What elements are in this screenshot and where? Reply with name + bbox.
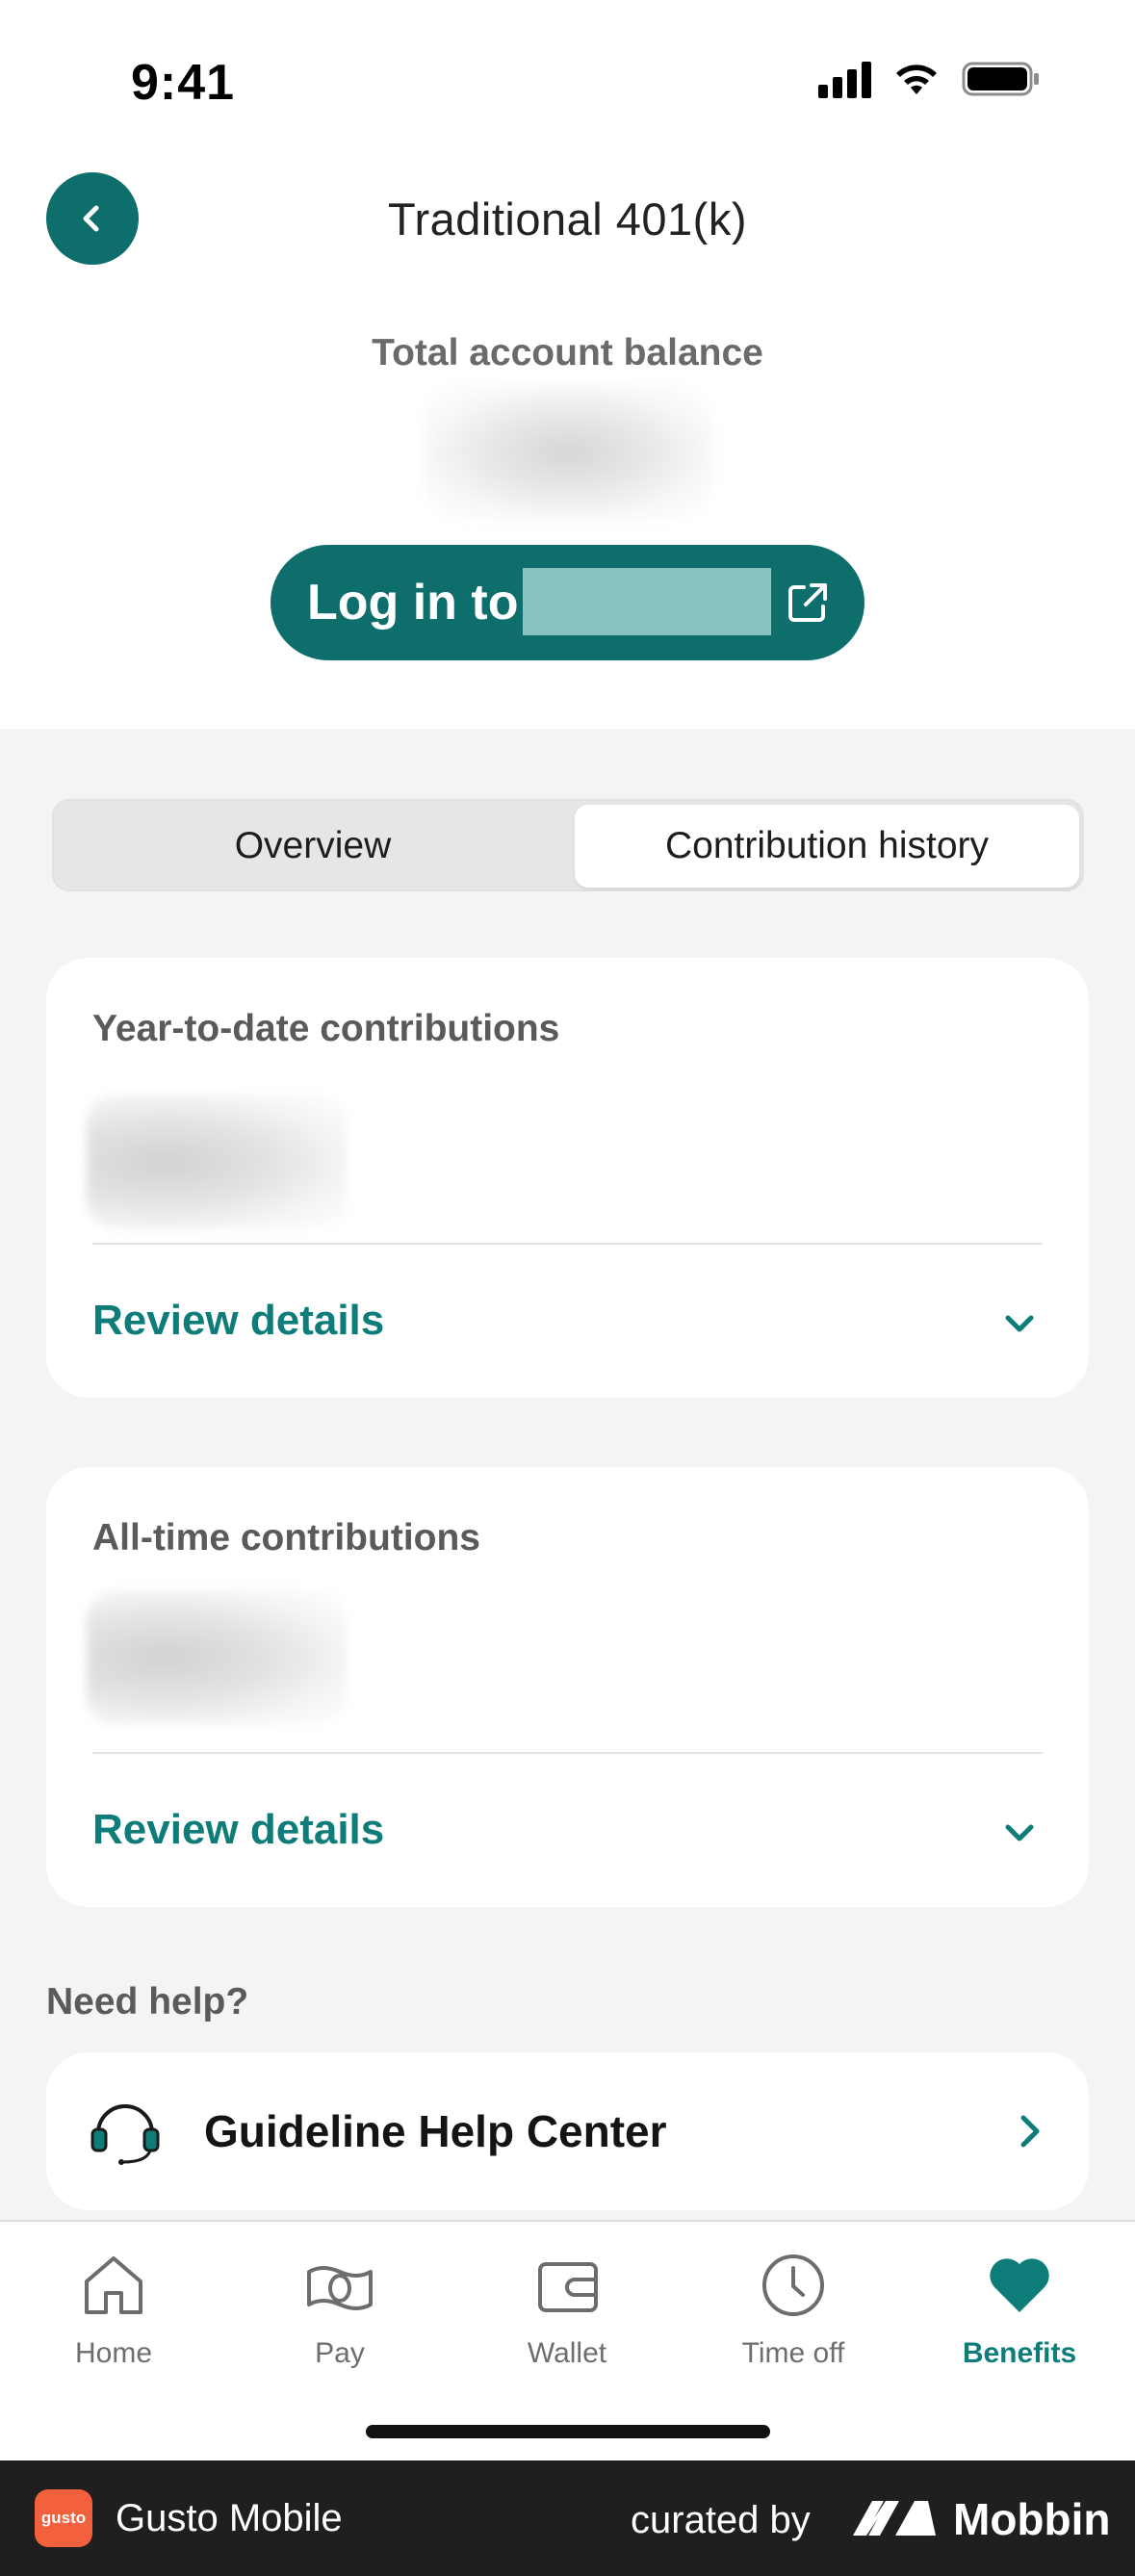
all-time-value-redacted [87,1590,347,1725]
money-icon [307,2266,373,2310]
review-details-link[interactable]: Review details [92,1297,384,1345]
page-title: Traditional 401(k) [388,193,747,245]
header-area: 9:41 Traditional 401(k) Total account ba… [0,0,1135,729]
review-details-link[interactable]: Review details [92,1806,384,1854]
divider [92,1752,1043,1754]
wallet-icon [538,2262,598,2312]
login-provider-button[interactable]: Log in to [271,545,864,660]
provider-name-redacted [523,568,771,635]
tab-wallet[interactable]: Wallet [471,2251,663,2370]
home-indicator [366,2425,770,2438]
footer-app-name: Gusto Mobile [116,2497,343,2539]
chevron-right-icon [1020,2115,1040,2148]
mobbin-brand: Mobbin [953,2494,1111,2544]
tab-label: Time off [741,2337,845,2369]
tab-home[interactable]: Home [17,2251,210,2370]
tab-label: Benefits [962,2337,1077,2369]
card-title: Year-to-date contributions [92,1008,560,1049]
tab-label: Pay [315,2337,365,2369]
gusto-logo: gusto [35,2489,92,2547]
divider [92,1243,1043,1245]
home-icon [85,2256,142,2314]
tab-label: Home [74,2337,153,2369]
status-time: 9:41 [131,55,236,111]
help-center-label: Guideline Help Center [204,2106,667,2156]
mobbin-logo-icon [853,2501,936,2536]
footer-curated-by: curated by [631,2499,811,2541]
external-link-icon [788,583,827,622]
tab-time-off[interactable]: Time off [697,2251,890,2370]
tab-pay[interactable]: Pay [244,2251,436,2370]
tab-label: Wallet [527,2337,607,2369]
help-center-row[interactable]: Guideline Help Center [46,2052,1089,2210]
balance-value-redacted [424,385,712,520]
battery-icon [962,62,1039,96]
bottom-tab-bar: Home Pay Wallet Time off Benefits [0,2220,1135,2460]
wifi-icon [896,64,937,94]
ytd-contributions-card: Year-to-date contributions Review detail… [46,958,1089,1398]
heart-icon [990,2258,1049,2312]
tab-benefits[interactable]: Benefits [923,2251,1116,2370]
balance-label: Total account balance [372,332,763,374]
all-time-contributions-card: All-time contributions Review details [46,1467,1089,1907]
chevron-down-icon[interactable] [1000,1814,1039,1852]
status-icons [818,60,1041,98]
headset-icon [90,2104,160,2165]
cellular-signal-icon [818,60,871,98]
clock-icon [762,2254,824,2316]
view-segmented-control: Overview Contribution history [52,799,1084,891]
tab-contribution-history[interactable]: Contribution history [575,805,1079,888]
help-heading: Need help? [46,1981,249,2022]
tab-overview[interactable]: Overview [58,805,568,888]
card-title: All-time contributions [92,1517,480,1558]
login-button-label: Log in to [307,575,519,631]
ytd-value-redacted [87,1095,347,1229]
chevron-down-icon[interactable] [1000,1304,1039,1343]
footer-banner: gusto Gusto Mobile curated by Mobbin [0,2460,1135,2576]
